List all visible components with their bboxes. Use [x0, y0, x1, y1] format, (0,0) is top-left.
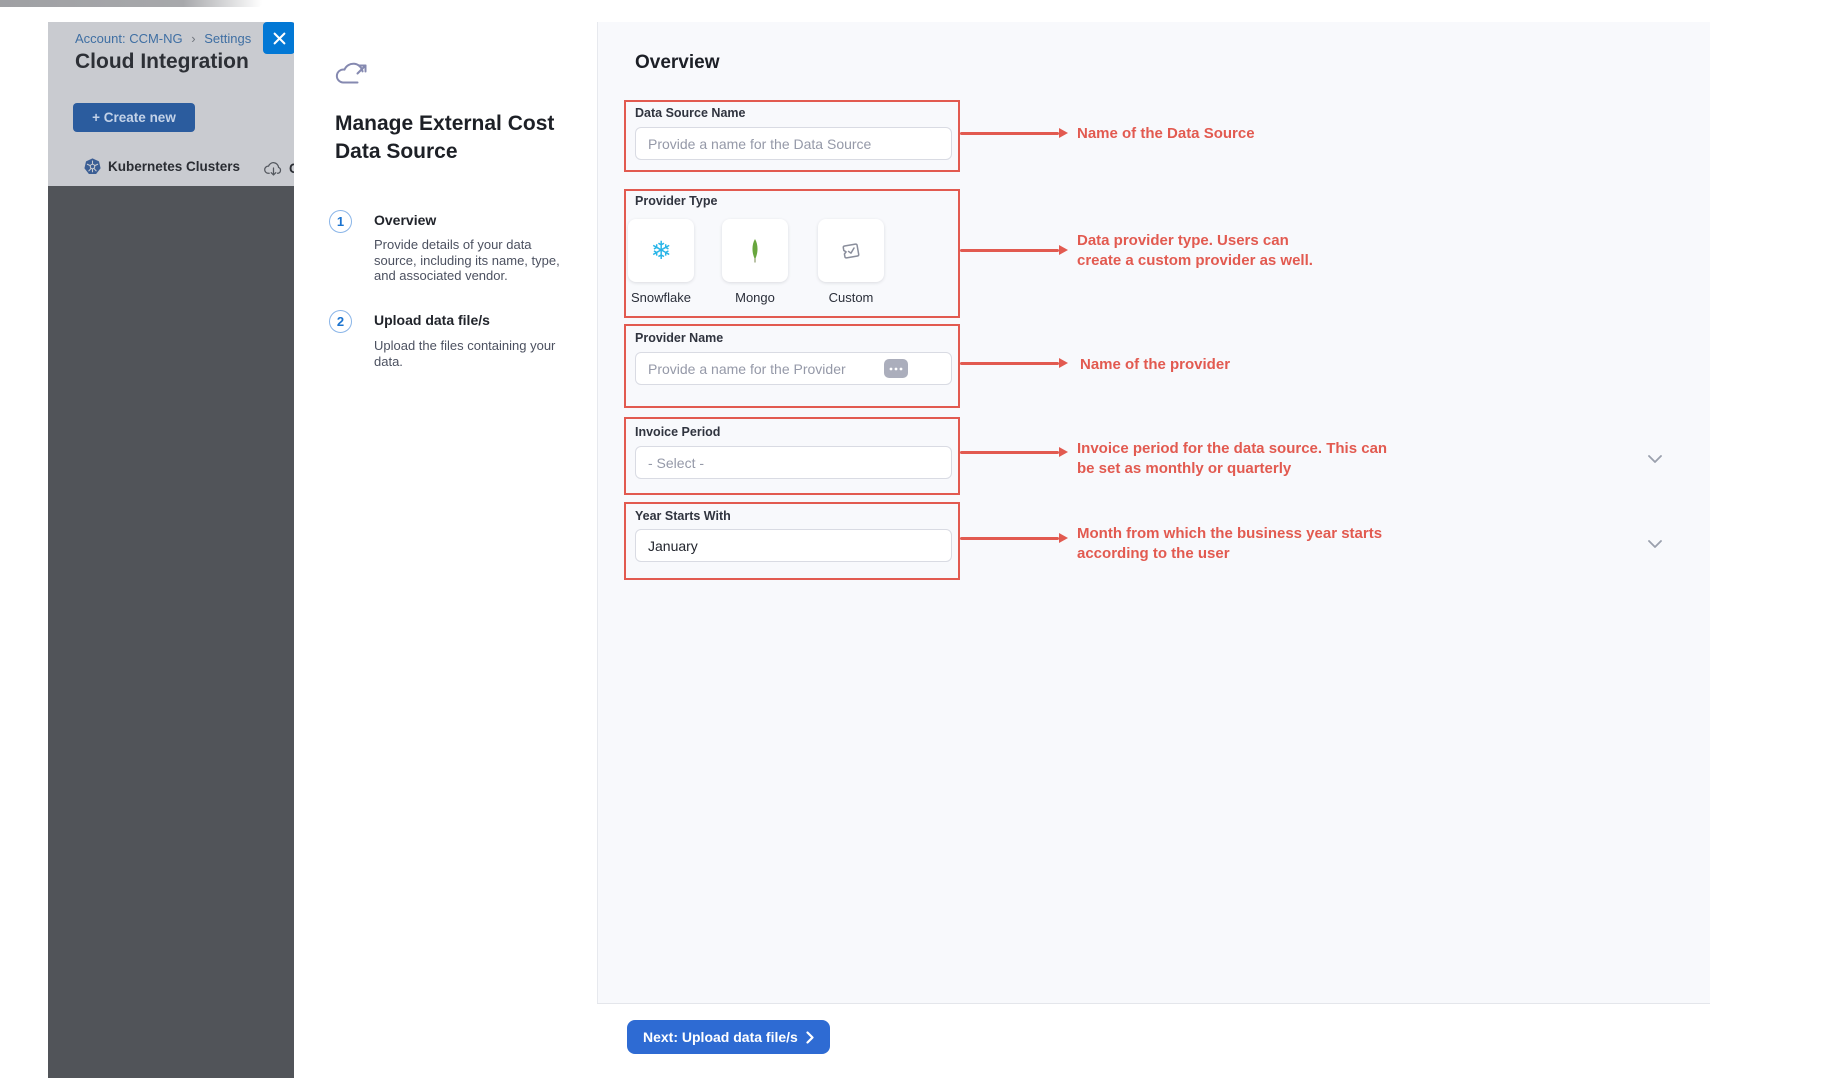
close-icon	[273, 32, 286, 45]
chevron-right-icon	[806, 1031, 814, 1044]
breadcrumb-account-link[interactable]: Account: CCM-NG	[75, 31, 183, 46]
annotation-text-year-starts-with: Month from which the business year start…	[1077, 524, 1382, 563]
annotation-text-invoice-period: Invoice period for the data source. This…	[1077, 439, 1387, 478]
breadcrumb-separator: ›	[191, 31, 195, 46]
drawer-footer: Next: Upload data file/s	[597, 1003, 1710, 1078]
annotation-text-provider-type: Data provider type. Users can create a c…	[1077, 231, 1313, 270]
tab-kubernetes-label: Kubernetes Clusters	[108, 159, 240, 174]
provider-card-custom[interactable]	[818, 219, 884, 282]
provider-option-label: Mongo	[735, 290, 775, 305]
invoice-period-select[interactable]	[635, 446, 952, 479]
form-section-heading: Overview	[635, 52, 720, 74]
provider-name-label: Provider Name	[635, 331, 723, 345]
provider-card-snowflake[interactable]: ❄	[628, 219, 694, 282]
wizard-steps-panel: Manage External Cost Data Source 1 Overv…	[294, 22, 597, 1078]
step-1-number: 1	[329, 210, 352, 233]
tab-bar: Kubernetes Clusters C	[48, 158, 294, 186]
create-new-label: + Create new	[92, 110, 176, 125]
create-new-button[interactable]: + Create new	[73, 103, 195, 132]
provider-type-label: Provider Type	[635, 194, 717, 208]
step-1-title: Overview	[374, 212, 436, 228]
next-button-label: Next: Upload data file/s	[643, 1029, 798, 1045]
invoice-period-label: Invoice Period	[635, 425, 720, 439]
custom-provider-icon	[838, 238, 864, 264]
page: { "background_page": { "breadcrumb": { "…	[0, 0, 1830, 1082]
breadcrumb: Account: CCM-NG › Settings	[75, 31, 251, 46]
step-2-description: Upload the files containing your data.	[374, 338, 576, 369]
form-panel	[597, 22, 1710, 1003]
cloud-export-icon	[334, 58, 370, 95]
kubernetes-icon	[84, 158, 101, 175]
snowflake-icon: ❄	[651, 238, 672, 263]
drawer-heading: Manage External Cost Data Source	[335, 110, 560, 166]
data-source-name-input[interactable]	[635, 127, 952, 160]
next-upload-data-button[interactable]: Next: Upload data file/s	[627, 1020, 830, 1054]
data-source-name-label: Data Source Name	[635, 106, 745, 120]
screenshot-artifact-bar	[0, 0, 262, 7]
provider-option-label: Snowflake	[631, 290, 691, 305]
dimmed-page-panel: Account: CCM-NG › Settings Cloud Integra…	[48, 22, 294, 1078]
year-starts-with-chevron-down-icon[interactable]	[1647, 539, 1663, 549]
ellipsis-icon	[889, 367, 903, 371]
tab-kubernetes-clusters[interactable]: Kubernetes Clusters	[84, 158, 240, 175]
annotation-text-data-source-name: Name of the Data Source	[1077, 124, 1255, 144]
step-2-number: 2	[329, 310, 352, 333]
runtime-input-ellipsis-button[interactable]	[884, 359, 908, 378]
step-2-title: Upload data file/s	[374, 312, 490, 328]
year-starts-with-select[interactable]	[635, 529, 952, 562]
annotation-text-provider-name: Name of the provider	[1080, 355, 1230, 375]
page-title: Cloud Integration	[75, 50, 249, 74]
cloud-download-icon	[263, 159, 284, 177]
close-button[interactable]	[263, 22, 295, 54]
breadcrumb-settings-link[interactable]: Settings	[204, 31, 251, 46]
page-header: Account: CCM-NG › Settings Cloud Integra…	[48, 22, 294, 186]
tab-cloud-truncated[interactable]: C	[263, 159, 294, 177]
step-1-description: Provide details of your data source, inc…	[374, 237, 576, 284]
provider-card-mongo[interactable]	[722, 219, 788, 282]
invoice-period-chevron-down-icon[interactable]	[1647, 454, 1663, 464]
provider-option-label: Custom	[829, 290, 874, 305]
year-starts-with-label: Year Starts With	[635, 509, 731, 523]
mongodb-leaf-icon	[745, 238, 765, 264]
